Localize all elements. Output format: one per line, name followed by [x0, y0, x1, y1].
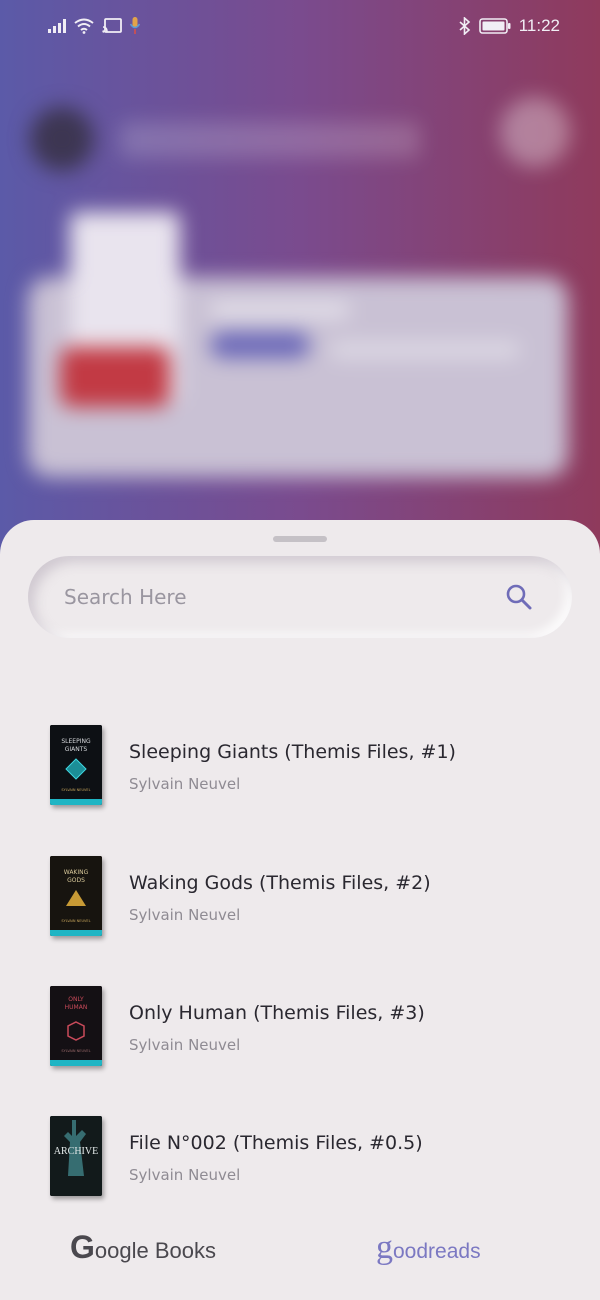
background-avatar — [30, 107, 94, 171]
goodreads-tab[interactable]: g oodreads — [376, 1229, 481, 1267]
book-title: Sleeping Giants (Themis Files, #1) — [129, 741, 456, 763]
background-card-line — [330, 342, 520, 358]
cover-text: SLEEPING — [61, 738, 91, 745]
background-card-line — [210, 302, 350, 318]
status-left — [48, 17, 140, 35]
google-books-tab[interactable]: G oogle Books — [70, 1229, 216, 1266]
background-card-accent — [60, 347, 170, 407]
book-author: Sylvain Neuvel — [129, 775, 241, 793]
book-cover: ARCHIVE — [50, 1116, 102, 1196]
cover-text: ONLY — [68, 996, 84, 1003]
list-item[interactable]: ARCHIVE File N°002 (Themis Files, #0.5) … — [0, 1116, 600, 1216]
mic-icon — [130, 17, 140, 35]
book-author: Sylvain Neuvel — [129, 906, 241, 924]
cast-icon — [102, 18, 122, 34]
wifi-icon — [74, 18, 94, 34]
cover-text: HUMAN — [65, 1004, 88, 1011]
cover-text: GODS — [67, 877, 85, 884]
cover-text: SYLVAIN NEUVEL — [61, 788, 90, 792]
search-bar — [28, 556, 572, 638]
battery-icon — [478, 18, 511, 34]
cover-text: SYLVAIN NEUVEL — [61, 919, 90, 923]
goodreads-logo-g: g — [376, 1229, 393, 1266]
cover-text: WAKING — [64, 869, 89, 876]
list-item[interactable]: ONLY HUMAN SYLVAIN NEUVEL Only Human (Th… — [0, 986, 600, 1086]
book-cover: ONLY HUMAN SYLVAIN NEUVEL — [50, 986, 102, 1066]
status-right: 11:22 — [459, 16, 560, 36]
search-input[interactable] — [64, 585, 504, 609]
book-author: Sylvain Neuvel — [129, 1036, 241, 1054]
bottom-sheet: SLEEPING GIANTS SYLVAIN NEUVEL Sleeping … — [0, 520, 600, 1300]
book-cover: SLEEPING GIANTS SYLVAIN NEUVEL — [50, 725, 102, 805]
search-icon[interactable] — [504, 582, 534, 612]
background-card-pill — [210, 332, 310, 358]
book-title: Only Human (Themis Files, #3) — [129, 1002, 425, 1024]
background-title — [120, 122, 420, 158]
book-cover: WAKING GODS SYLVAIN NEUVEL — [50, 856, 102, 936]
cover-text: ARCHIVE — [54, 1146, 98, 1157]
bottom-nav: G oogle Books g oodreads — [0, 1217, 600, 1300]
google-books-logo-g: G — [70, 1229, 95, 1265]
signal-icon — [48, 19, 66, 33]
cover-text: GIANTS — [65, 746, 88, 753]
status-bar: 11:22 — [0, 0, 600, 52]
cover-text: SYLVAIN NEUVEL — [61, 1049, 90, 1053]
list-item[interactable]: SLEEPING GIANTS SYLVAIN NEUVEL Sleeping … — [0, 725, 600, 825]
drag-handle[interactable] — [273, 536, 327, 542]
bluetooth-icon — [459, 17, 471, 35]
google-books-label: oogle Books — [94, 1238, 216, 1263]
background-app-blurred — [0, 52, 600, 532]
book-title: Waking Gods (Themis Files, #2) — [129, 872, 431, 894]
status-time: 11:22 — [518, 16, 560, 35]
background-button — [500, 97, 570, 167]
book-author: Sylvain Neuvel — [129, 1166, 241, 1184]
goodreads-label: oodreads — [393, 1240, 481, 1263]
list-item[interactable]: WAKING GODS SYLVAIN NEUVEL Waking Gods (… — [0, 856, 600, 956]
book-title: File N°002 (Themis Files, #0.5) — [129, 1132, 423, 1154]
